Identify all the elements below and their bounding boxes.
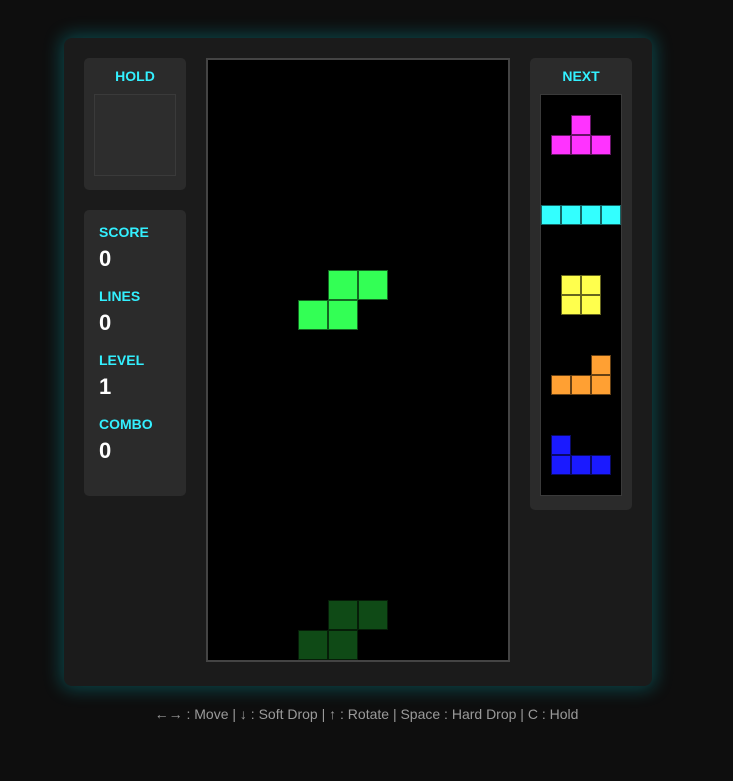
hold-title: HOLD	[115, 68, 155, 84]
lines-value: 0	[99, 310, 112, 335]
next-title: NEXT	[562, 68, 600, 84]
next-piece-l-cell	[571, 375, 591, 395]
game-frame: HOLD SCORE 0 LINES 0 LEVEL 1 COMBO 0 NEX…	[64, 38, 652, 686]
active-piece-cell	[328, 300, 358, 330]
ghost-piece-cell	[358, 600, 388, 630]
next-panel: NEXT	[530, 58, 632, 510]
next-piece-t-cell	[571, 135, 591, 155]
next-piece-i-cell	[541, 205, 561, 225]
next-piece-o-cell	[561, 295, 581, 315]
hold-slot	[94, 94, 176, 176]
level-label: LEVEL	[99, 352, 145, 368]
next-piece-o-cell	[561, 275, 581, 295]
score-label: SCORE	[99, 224, 149, 240]
controls-help: ←→ : Move | ↓ : Soft Drop | ↑ : Rotate |…	[154, 706, 579, 722]
next-piece-j-cell	[571, 455, 591, 475]
next-piece-o-cell	[581, 295, 601, 315]
next-piece-t-cell	[591, 135, 611, 155]
next-piece-j-cell	[551, 435, 571, 455]
ghost-piece-cell	[328, 630, 358, 660]
combo-value: 0	[99, 438, 112, 463]
next-piece-j-cell	[591, 455, 611, 475]
active-piece-cell	[298, 300, 328, 330]
game-board[interactable]	[206, 58, 510, 662]
score-value: 0	[99, 246, 112, 271]
next-piece-l-cell	[551, 375, 571, 395]
ghost-piece-cell	[328, 600, 358, 630]
next-piece-t-cell	[571, 115, 591, 135]
active-piece-cell	[358, 270, 388, 300]
level-value: 1	[99, 374, 112, 399]
ghost-piece-cell	[298, 630, 328, 660]
stats-panel: SCORE 0 LINES 0 LEVEL 1 COMBO 0	[84, 210, 186, 496]
next-queue	[540, 94, 622, 496]
combo-label: COMBO	[99, 416, 153, 432]
next-piece-o-cell	[581, 275, 601, 295]
next-piece-i-cell	[581, 205, 601, 225]
lines-label: LINES	[99, 288, 141, 304]
next-piece-i-cell	[561, 205, 581, 225]
next-piece-j-cell	[551, 455, 571, 475]
next-piece-l-cell	[591, 355, 611, 375]
active-piece-cell	[328, 270, 358, 300]
next-piece-i-cell	[601, 205, 621, 225]
hold-panel: HOLD	[84, 58, 186, 190]
next-piece-t-cell	[551, 135, 571, 155]
next-piece-l-cell	[591, 375, 611, 395]
